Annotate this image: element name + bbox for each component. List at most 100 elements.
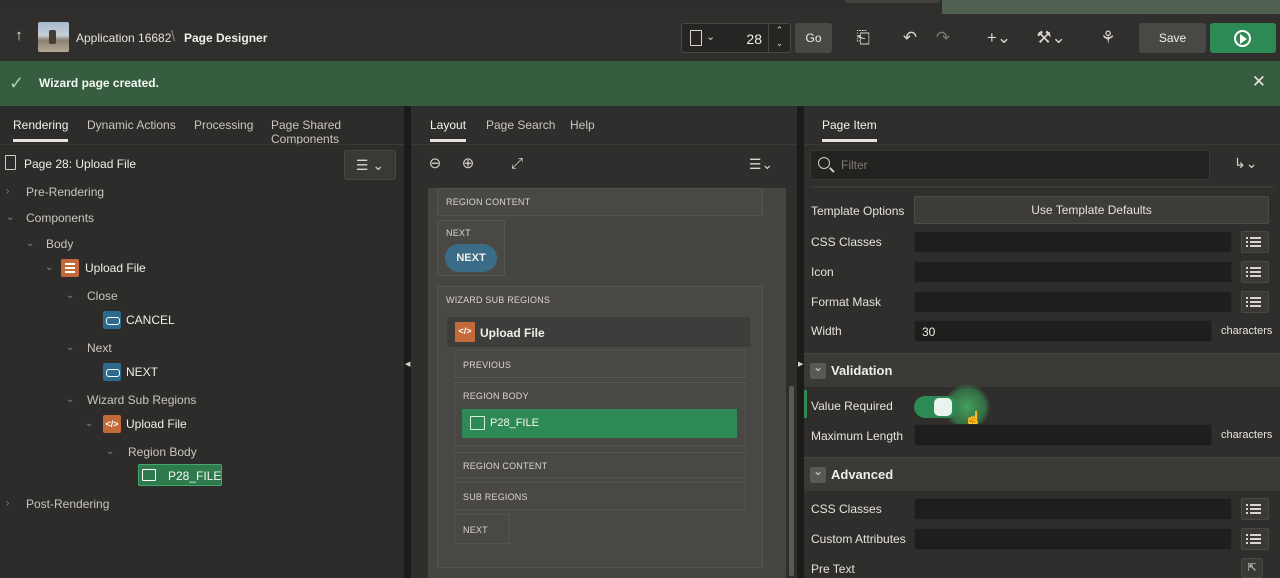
page-number-input[interactable]: 28 [746, 31, 762, 47]
utilities-wrench-icon[interactable]: ⚒⌄ [1036, 26, 1066, 50]
property-editor: Page Item ↳⌄ Template Options Use Templa… [804, 106, 1280, 578]
layout-scrollbar[interactable] [789, 386, 794, 576]
redo-icon[interactable]: ↷ [932, 26, 954, 50]
expand-icon[interactable]: ⤢ [507, 152, 527, 176]
p28-file-item[interactable]: P28_FILE [462, 409, 737, 438]
tree-node-next-button[interactable]: NEXT [103, 362, 223, 384]
tree-node-post-rendering[interactable]: › Post-Rendering [6, 494, 206, 516]
icon-input[interactable] [914, 261, 1232, 283]
splitter-arrow-icon: ◀ [405, 361, 411, 368]
region-content-slot-box[interactable]: REGION CONTENT [454, 452, 746, 478]
tree-node-pre-rendering[interactable]: › Pre-Rendering [6, 182, 206, 204]
left-splitter[interactable]: ◀ [404, 106, 411, 578]
tab-divider [804, 144, 1280, 145]
tab-help[interactable]: Help [570, 118, 595, 132]
expand-editor-icon[interactable]: ⇱ [1241, 558, 1263, 578]
format-mask-list-icon[interactable] [1241, 291, 1269, 313]
caret-down-icon[interactable]: ⌄ [66, 290, 74, 301]
maximum-length-input[interactable] [914, 424, 1212, 446]
sub-regions-slot-box[interactable]: SUB REGIONS [454, 482, 746, 510]
tab-processing[interactable]: Processing [194, 118, 253, 132]
required-indicator [804, 390, 807, 418]
go-to-group-icon[interactable]: ↳⌄ [1234, 155, 1257, 172]
advanced-css-classes-input[interactable] [914, 498, 1232, 520]
validation-section-header[interactable]: Validation [804, 353, 1280, 387]
right-splitter[interactable]: ▶ [797, 106, 804, 578]
custom-attributes-input[interactable] [914, 528, 1232, 550]
next-button[interactable]: NEXT [445, 244, 497, 272]
tab-rendering[interactable]: Rendering [13, 118, 69, 142]
advanced-section-header[interactable]: Advanced [804, 457, 1280, 491]
next-slot-caption: NEXT [446, 228, 471, 238]
tree-node-upload-file[interactable]: ⌄ Upload File [45, 258, 265, 280]
format-mask-input[interactable] [914, 291, 1232, 313]
css-classes-input[interactable] [914, 231, 1232, 253]
template-options-button[interactable]: Use Template Defaults [914, 196, 1269, 224]
tree-menu-button[interactable]: ☰ ⌄ [344, 150, 396, 180]
zoom-in-icon[interactable]: ⊕ [458, 152, 478, 176]
tree-node-sub-upload-file[interactable]: ⌄ </> Upload File [85, 414, 285, 436]
caret-down-icon[interactable]: ⌄ [106, 446, 114, 457]
caret-right-icon[interactable]: › [6, 186, 9, 197]
right-tabs: Page Item [804, 106, 1280, 144]
layout-menu-icon[interactable]: ☰⌄ [746, 152, 776, 176]
custom-attributes-list-icon[interactable] [1241, 528, 1269, 550]
tree-node-components[interactable]: ⌄ Components [6, 208, 206, 230]
tree-node-cancel[interactable]: CANCEL [103, 310, 223, 332]
css-classes-list-icon[interactable] [1241, 231, 1269, 253]
tab-layout[interactable]: Layout [430, 118, 467, 142]
tree-node-close[interactable]: ⌄ Close [66, 286, 266, 308]
collapse-toggle-icon[interactable] [810, 464, 826, 483]
page-number-spinner[interactable]: ⌃ ⌄ [768, 24, 790, 52]
tree-label: Region Body [128, 445, 197, 459]
value-required-toggle[interactable] [914, 396, 958, 418]
tree-node-region-body[interactable]: ⌄ Region Body [106, 442, 306, 464]
caret-down-icon[interactable]: ⌄ [26, 238, 34, 249]
filter-field[interactable] [810, 150, 1210, 180]
next-bottom-slot-box[interactable]: NEXT [454, 514, 510, 544]
zoom-out-icon[interactable]: ⊖ [425, 152, 445, 176]
tree-node-next[interactable]: ⌄ Next [66, 338, 266, 360]
run-page-button[interactable] [1210, 23, 1276, 53]
lock-page-icon[interactable]: ⎗ [852, 26, 874, 50]
tree-node-body[interactable]: ⌄ Body [26, 234, 226, 256]
previous-slot-box[interactable]: PREVIOUS [454, 350, 746, 378]
format-mask-label: Format Mask [811, 295, 882, 309]
caret-down-icon[interactable]: ⌄ [85, 418, 93, 429]
undo-icon[interactable]: ↶ [899, 26, 921, 50]
tab-page-search[interactable]: Page Search [486, 118, 555, 132]
chevron-down-icon[interactable]: ⌄ [706, 30, 715, 43]
next-bottom-caption: NEXT [463, 525, 488, 535]
go-button[interactable]: Go [795, 23, 832, 53]
caret-down-icon[interactable]: ⌄ [45, 262, 53, 273]
page-selector[interactable]: ⌄ 28 ⌃ ⌄ [681, 23, 791, 53]
close-icon[interactable]: ✕ [1252, 72, 1266, 92]
caret-down-icon[interactable]: ⌄ [66, 394, 74, 405]
tree-label: Pre-Rendering [26, 185, 105, 199]
tree-node-wizard-sub-regions[interactable]: ⌄ Wizard Sub Regions [66, 390, 266, 412]
region-content-box[interactable]: REGION CONTENT [437, 188, 763, 216]
app-thumbnail[interactable] [38, 22, 69, 52]
caret-down-icon[interactable]: ⌄ [6, 212, 14, 223]
success-banner: ✓ Wizard page created. ✕ [0, 61, 1280, 106]
collapse-toggle-icon[interactable] [810, 360, 826, 379]
advanced-css-classes-list-icon[interactable] [1241, 498, 1269, 520]
tab-dynamic-actions[interactable]: Dynamic Actions [87, 118, 176, 132]
up-arrow-icon[interactable]: ↑ [10, 27, 28, 47]
caret-down-icon[interactable]: ⌄ [66, 342, 74, 353]
width-input[interactable]: 30 [914, 320, 1212, 342]
tab-page-item[interactable]: Page Item [822, 118, 877, 142]
width-label: Width [811, 324, 842, 338]
caret-right-icon[interactable]: › [6, 498, 9, 509]
save-button[interactable]: Save [1139, 23, 1206, 53]
icon-list-icon[interactable] [1241, 261, 1269, 283]
create-menu-icon[interactable]: +⌄ [984, 26, 1014, 50]
upload-file-region-header[interactable]: </> Upload File [447, 317, 750, 347]
top-pill [845, 0, 940, 3]
shared-components-icon[interactable]: ⚘ [1097, 26, 1119, 50]
breadcrumb-application[interactable]: Application 16682 [76, 31, 171, 45]
tree-node-p28-file[interactable]: P28_FILE [138, 464, 222, 486]
filter-input[interactable] [841, 158, 1201, 172]
value-required-label: Value Required [811, 399, 893, 413]
tab-page-shared-components[interactable]: Page Shared Components [271, 118, 404, 146]
